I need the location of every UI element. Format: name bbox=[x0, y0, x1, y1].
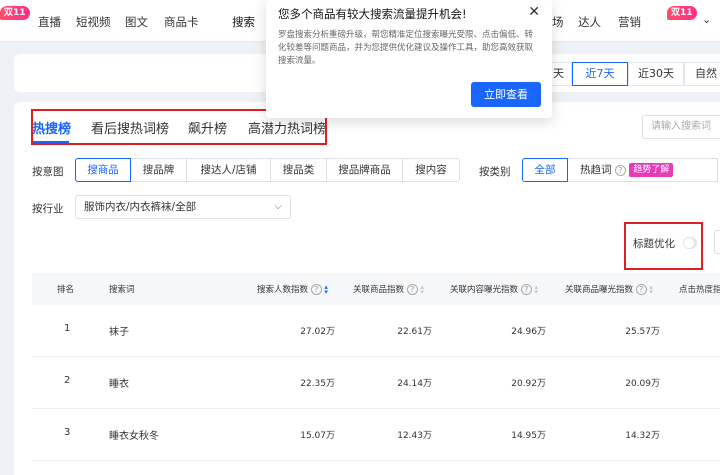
sort-icon[interactable]: ▴ ▾ bbox=[420, 283, 424, 295]
row-content-exposure: 24.96万 bbox=[511, 327, 546, 337]
nav-search[interactable]: 搜索 bbox=[232, 14, 255, 30]
header-search-users[interactable]: 搜索人数指数 ? ▴ ▾ bbox=[257, 283, 328, 295]
row-rank: 3 bbox=[64, 427, 71, 438]
highlight-box-toggle bbox=[624, 222, 703, 270]
date-tab-30days[interactable]: 近30天 bbox=[628, 62, 684, 86]
header-product-exposure-label: 关联商品曝光指数 bbox=[565, 285, 634, 295]
header-related-products-label: 关联商品指数 bbox=[353, 285, 405, 295]
header-rank: 排名 bbox=[57, 285, 75, 295]
badge-double11: 双11 bbox=[0, 6, 30, 20]
notification-popup: 您多个商品有较大搜索流量提升机会! ✕ 罗盘搜索分析重磅升级，帮您精准定位搜索曝… bbox=[266, 0, 552, 118]
row-search-users: 22.35万 bbox=[300, 379, 335, 389]
row-keyword[interactable]: 睡衣女秋冬 bbox=[109, 427, 159, 442]
header-search-users-label: 搜索人数指数 bbox=[257, 285, 309, 295]
row-product-exposure: 25.57万 bbox=[625, 327, 660, 337]
sort-icon[interactable]: ▴ ▾ bbox=[649, 283, 653, 295]
date-tab-natural[interactable]: 自然 bbox=[684, 62, 720, 86]
row-product-exposure: 20.09万 bbox=[625, 379, 660, 389]
header-content-exposure-label: 关联内容曝光指数 bbox=[450, 285, 519, 295]
header-related-products[interactable]: 关联商品指数 ? ▴ ▾ bbox=[353, 283, 424, 295]
info-icon[interactable]: ? bbox=[614, 164, 626, 176]
row-related-products: 12.43万 bbox=[397, 431, 432, 441]
popup-body: 罗盘搜索分析重磅升级，帮您精准定位搜索曝光受限、点击偏低、转化较差等问题商品，并… bbox=[278, 30, 534, 66]
row-search-users: 15.07万 bbox=[300, 431, 335, 441]
info-icon[interactable]: ? bbox=[520, 284, 532, 295]
search-input[interactable]: 请输入搜索词 bbox=[642, 115, 720, 139]
info-icon[interactable]: ? bbox=[406, 284, 418, 295]
row-rank: 2 bbox=[64, 375, 71, 386]
row-related-products: 22.61万 bbox=[397, 327, 432, 337]
hot-trend-label: 热趋词 bbox=[580, 164, 612, 176]
date-tab-7days[interactable]: 近7天 bbox=[572, 62, 628, 86]
sort-icon[interactable]: ▴ ▾ bbox=[534, 283, 538, 295]
intent-search-product[interactable]: 搜商品 bbox=[75, 158, 131, 182]
intent-search-category[interactable]: 搜品类 bbox=[271, 158, 327, 182]
intent-search-influencer[interactable]: 搜达人/店铺 bbox=[187, 158, 271, 182]
nav-short-video[interactable]: 短视频 bbox=[76, 14, 111, 30]
row-product-exposure: 14.32万 bbox=[625, 431, 660, 441]
header-click-heat: 点击热度指 bbox=[679, 285, 720, 295]
info-icon[interactable]: ? bbox=[635, 284, 647, 295]
chevron-down-icon[interactable]: ⌄ bbox=[702, 13, 711, 26]
row-rank: 1 bbox=[64, 323, 71, 334]
row-search-users: 27.02万 bbox=[300, 327, 335, 337]
industry-label: 按行业 bbox=[32, 203, 64, 215]
category-label: 按类别 bbox=[479, 166, 511, 178]
category-hot-trend[interactable]: 热趋词 ? 趋势了解 bbox=[568, 158, 718, 182]
industry-value: 服饰内衣/内衣裤袜/全部 bbox=[84, 201, 197, 213]
view-now-button[interactable]: 立即查看 bbox=[471, 82, 541, 107]
row-keyword[interactable]: 袜子 bbox=[109, 323, 129, 338]
nav-influencer[interactable]: 达人 bbox=[578, 14, 601, 30]
popup-title: 您多个商品有较大搜索流量提升机会! bbox=[278, 7, 467, 21]
industry-select[interactable]: 服饰内衣/内衣裤袜/全部 ⌵ bbox=[75, 195, 291, 219]
nav-venue[interactable]: 场 bbox=[552, 14, 564, 30]
intent-search-content[interactable]: 搜内容 bbox=[403, 158, 460, 182]
nav-product-card[interactable]: 商品卡 bbox=[164, 14, 199, 30]
header-content-exposure[interactable]: 关联内容曝光指数 ? ▴ ▾ bbox=[450, 283, 538, 295]
intent-label: 按意图 bbox=[32, 166, 64, 178]
nav-live[interactable]: 直播 bbox=[38, 14, 61, 30]
row-content-exposure: 14.95万 bbox=[511, 431, 546, 441]
trend-understand-badge[interactable]: 趋势了解 bbox=[629, 163, 674, 177]
intent-search-brand[interactable]: 搜品牌 bbox=[131, 158, 187, 182]
category-all[interactable]: 全部 bbox=[522, 158, 568, 182]
sort-desc-icon[interactable]: ▴ ▾ bbox=[324, 283, 328, 295]
row-content-exposure: 20.92万 bbox=[511, 379, 546, 389]
nav-image-text[interactable]: 图文 bbox=[125, 14, 148, 30]
close-icon[interactable]: ✕ bbox=[528, 4, 540, 20]
header-product-exposure[interactable]: 关联商品曝光指数 ? ▴ ▾ bbox=[565, 283, 653, 295]
header-keyword: 搜索词 bbox=[109, 285, 135, 295]
chevron-down-icon: ⌵ bbox=[274, 201, 282, 212]
row-related-products: 24.14万 bbox=[397, 379, 432, 389]
info-icon[interactable]: ? bbox=[310, 284, 322, 295]
row-keyword[interactable]: 睡衣 bbox=[109, 375, 129, 390]
intent-search-brand-product[interactable]: 搜品牌商品 bbox=[327, 158, 403, 182]
extra-button[interactable] bbox=[714, 230, 720, 254]
badge-double11-marketing: 双11 bbox=[667, 6, 697, 20]
nav-marketing[interactable]: 营销 bbox=[618, 14, 641, 30]
